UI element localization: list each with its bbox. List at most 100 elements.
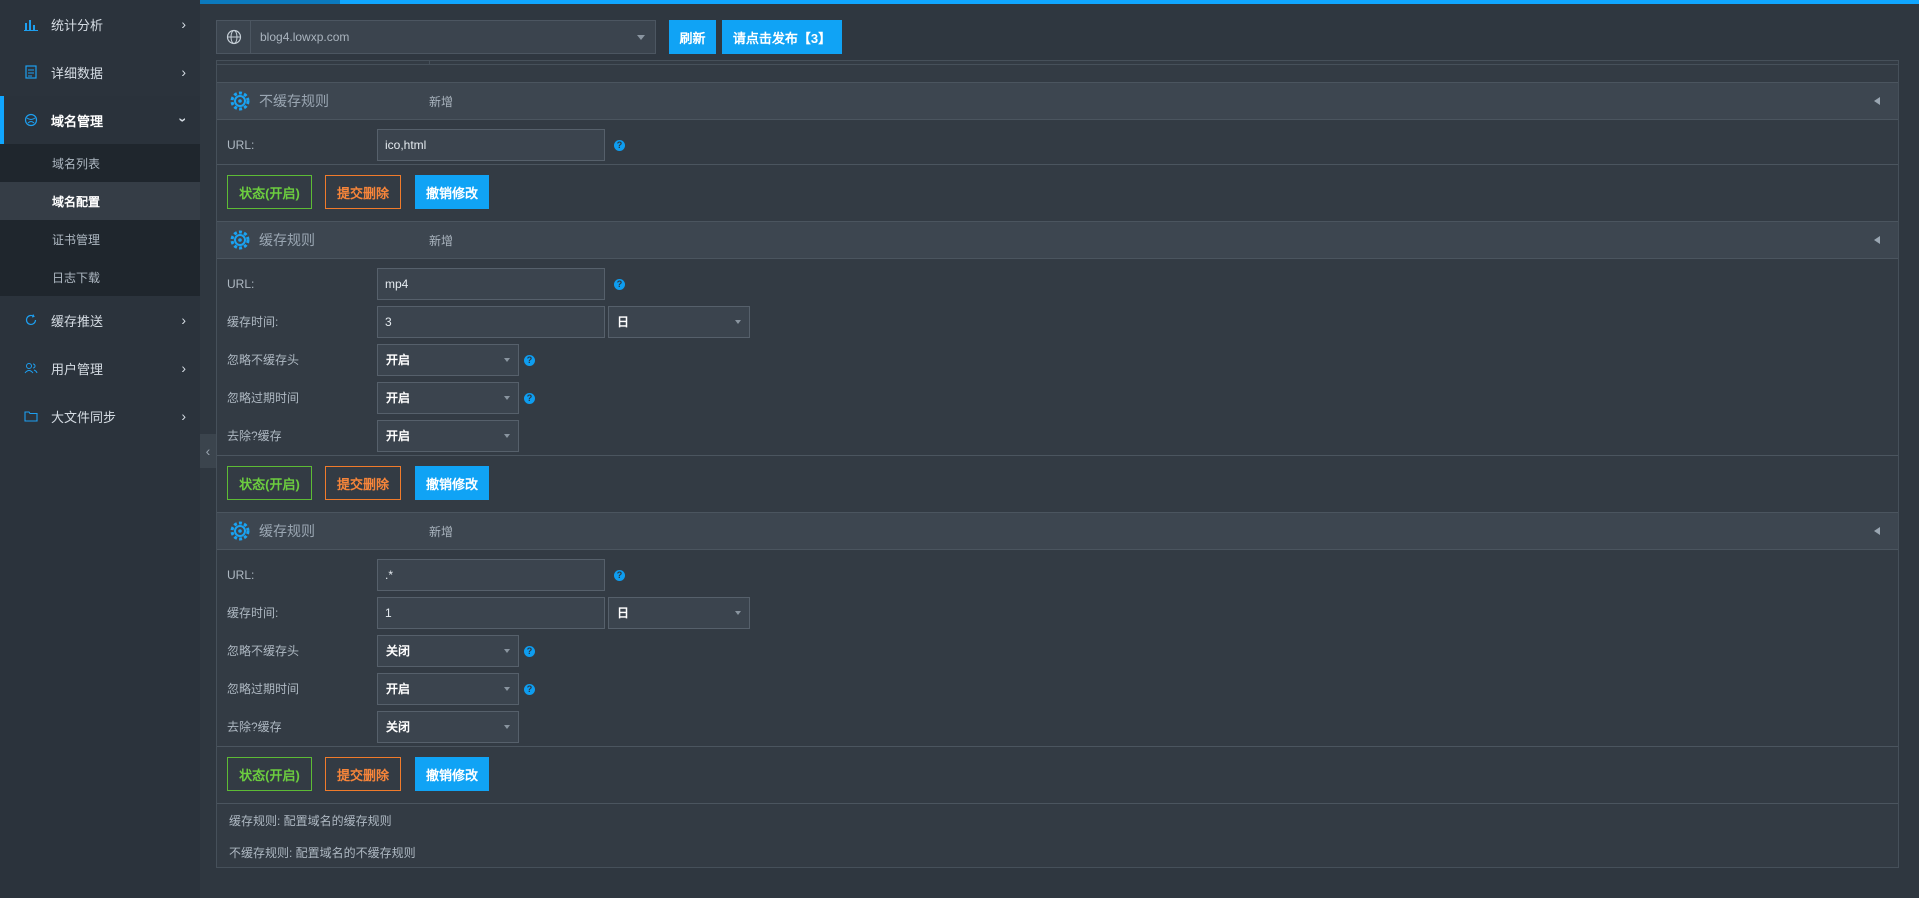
strip-query-label: 去除?缓存 (227, 720, 282, 734)
submenu-item-label: 域名配置 (52, 194, 101, 209)
add-rule-link[interactable]: 新增 (429, 83, 453, 119)
cache-rule-section: 缓存规则 新增 URL: mp4 ? 缓存时间: 3 日 忽略不缓存头 开启 ?… (217, 221, 1898, 513)
sidebar-item-details[interactable]: 详细数据 › (0, 48, 200, 96)
refresh-icon (22, 311, 40, 329)
rule-actions: 状态(开启) 提交删除 撤销修改 (217, 455, 1898, 501)
url-input[interactable]: ico,html (377, 129, 605, 161)
ignore-expire-select[interactable]: 开启 (377, 673, 519, 705)
cache-time-input[interactable]: 1 (377, 597, 605, 629)
delete-button[interactable]: 提交删除 (325, 175, 401, 209)
ignore-expire-select[interactable]: 开启 (377, 382, 519, 414)
cache-time-row: 缓存时间: 3 日 (217, 303, 1898, 341)
help-notes: 缓存规则: 配置域名的缓存规则 不缓存规则: 配置域名的不缓存规则 (217, 803, 1898, 860)
section-title: 缓存规则 (259, 523, 315, 539)
gear-icon (230, 91, 250, 111)
submenu-item-domain-list[interactable]: 域名列表 (0, 144, 200, 182)
globe-icon (22, 111, 40, 129)
help-icon[interactable]: ? (524, 393, 535, 404)
sidebar-collapse-toggle[interactable]: ‹ (200, 434, 216, 468)
ignore-expire-label: 忽略过期时间 (227, 682, 300, 696)
section-header: 缓存规则 新增 (217, 512, 1898, 550)
submenu-item-cert-management[interactable]: 证书管理 (0, 220, 200, 258)
sidebar-item-domain-management[interactable]: 域名管理 › (0, 96, 200, 144)
collapse-arrow-icon[interactable] (1874, 527, 1880, 535)
publish-button[interactable]: 请点击发布【3】 (722, 20, 842, 54)
caret-down-icon (637, 34, 645, 40)
sidebar-item-user-management[interactable]: 用户管理 › (0, 344, 200, 392)
url-input[interactable]: mp4 (377, 268, 605, 300)
status-button[interactable]: 状态(开启) (227, 466, 312, 500)
note-cache-rule: 缓存规则: 配置域名的缓存规则 (229, 814, 392, 828)
ignore-nocache-row: 忽略不缓存头 关闭 ? (217, 632, 1898, 670)
help-icon[interactable]: ? (524, 646, 535, 657)
add-rule-link[interactable]: 新增 (429, 513, 453, 549)
domain-select[interactable]: blog4.lowxp.com (216, 20, 656, 54)
help-icon[interactable]: ? (614, 570, 625, 581)
chevron-right-icon: › (181, 64, 186, 80)
help-icon[interactable]: ? (614, 140, 625, 151)
cache-time-unit-select[interactable]: 日 (608, 597, 750, 629)
cache-time-label: 缓存时间: (227, 315, 279, 329)
undo-button[interactable]: 撤销修改 (415, 757, 489, 791)
url-row: URL: .* ? (217, 556, 1898, 594)
status-button[interactable]: 状态(开启) (227, 175, 312, 209)
sidebar-item-label: 缓存推送 (51, 313, 104, 329)
submenu-item-domain-config[interactable]: 域名配置 (0, 182, 200, 220)
bar-chart-icon (22, 15, 40, 33)
sidebar-item-stats[interactable]: 统计分析 › (0, 0, 200, 48)
section-header: 缓存规则 新增 (217, 221, 1898, 259)
help-icon[interactable]: ? (524, 355, 535, 366)
cache-time-input[interactable]: 3 (377, 306, 605, 338)
url-label: URL: (227, 277, 255, 291)
sidebar-item-label: 域名管理 (51, 113, 104, 129)
collapse-arrow-icon[interactable] (1874, 97, 1880, 105)
url-input[interactable]: .* (377, 559, 605, 591)
cache-time-unit-select[interactable]: 日 (608, 306, 750, 338)
ignore-nocache-label: 忽略不缓存头 (227, 353, 300, 367)
ignore-nocache-select[interactable]: 开启 (377, 344, 519, 376)
section-title: 不缓存规则 (259, 93, 329, 109)
submenu-item-label: 证书管理 (52, 232, 101, 247)
undo-button[interactable]: 撤销修改 (415, 466, 489, 500)
no-cache-rule-section: 不缓存规则 新增 URL: ico,html ? 状态(开启) 提交删除 撤销修… (217, 82, 1898, 222)
submenu-item-label: 域名列表 (52, 156, 101, 171)
chevron-right-icon: › (181, 360, 186, 376)
url-label: URL: (227, 568, 255, 582)
domain-select-value: blog4.lowxp.com (260, 30, 350, 44)
sidebar-item-label: 详细数据 (51, 65, 104, 81)
ignore-expire-row: 忽略过期时间 开启 ? (217, 670, 1898, 708)
strip-query-row: 去除?缓存 开启 (217, 417, 1898, 455)
rule-actions: 状态(开启) 提交删除 撤销修改 (217, 746, 1898, 792)
chevron-right-icon: › (181, 312, 186, 328)
refresh-button[interactable]: 刷新 (669, 20, 716, 54)
sidebar-item-cache-push[interactable]: 缓存推送 › (0, 296, 200, 344)
submenu-item-label: 日志下载 (52, 270, 101, 285)
delete-button[interactable]: 提交删除 (325, 466, 401, 500)
cache-time-row: 缓存时间: 1 日 (217, 594, 1898, 632)
help-icon[interactable]: ? (614, 279, 625, 290)
sidebar-item-large-file-sync[interactable]: 大文件同步 › (0, 392, 200, 440)
submenu-item-log-download[interactable]: 日志下载 (0, 258, 200, 296)
section-title: 缓存规则 (259, 232, 315, 248)
collapse-arrow-icon[interactable] (1874, 236, 1880, 244)
strip-query-row: 去除?缓存 关闭 (217, 708, 1898, 746)
chevron-right-icon: › (181, 408, 186, 424)
undo-button[interactable]: 撤销修改 (415, 175, 489, 209)
ignore-nocache-select[interactable]: 关闭 (377, 635, 519, 667)
sidebar: 统计分析 › 详细数据 › 域名管理 › 域名列表 域名配置 证书管理 日志下载… (0, 0, 200, 898)
help-icon[interactable]: ? (524, 684, 535, 695)
strip-query-select[interactable]: 开启 (377, 420, 519, 452)
strip-query-select[interactable]: 关闭 (377, 711, 519, 743)
url-row: URL: ico,html ? (217, 126, 1898, 164)
ignore-expire-row: 忽略过期时间 开启 ? (217, 379, 1898, 417)
cache-time-label: 缓存时间: (227, 606, 279, 620)
delete-button[interactable]: 提交删除 (325, 757, 401, 791)
document-icon (22, 63, 40, 81)
url-label: URL: (227, 138, 255, 152)
section-header: 不缓存规则 新增 (217, 82, 1898, 120)
panel-top-fragment (217, 61, 1898, 65)
status-button[interactable]: 状态(开启) (227, 757, 312, 791)
add-rule-link[interactable]: 新增 (429, 222, 453, 258)
globe-icon (217, 21, 251, 53)
gear-icon (230, 230, 250, 250)
